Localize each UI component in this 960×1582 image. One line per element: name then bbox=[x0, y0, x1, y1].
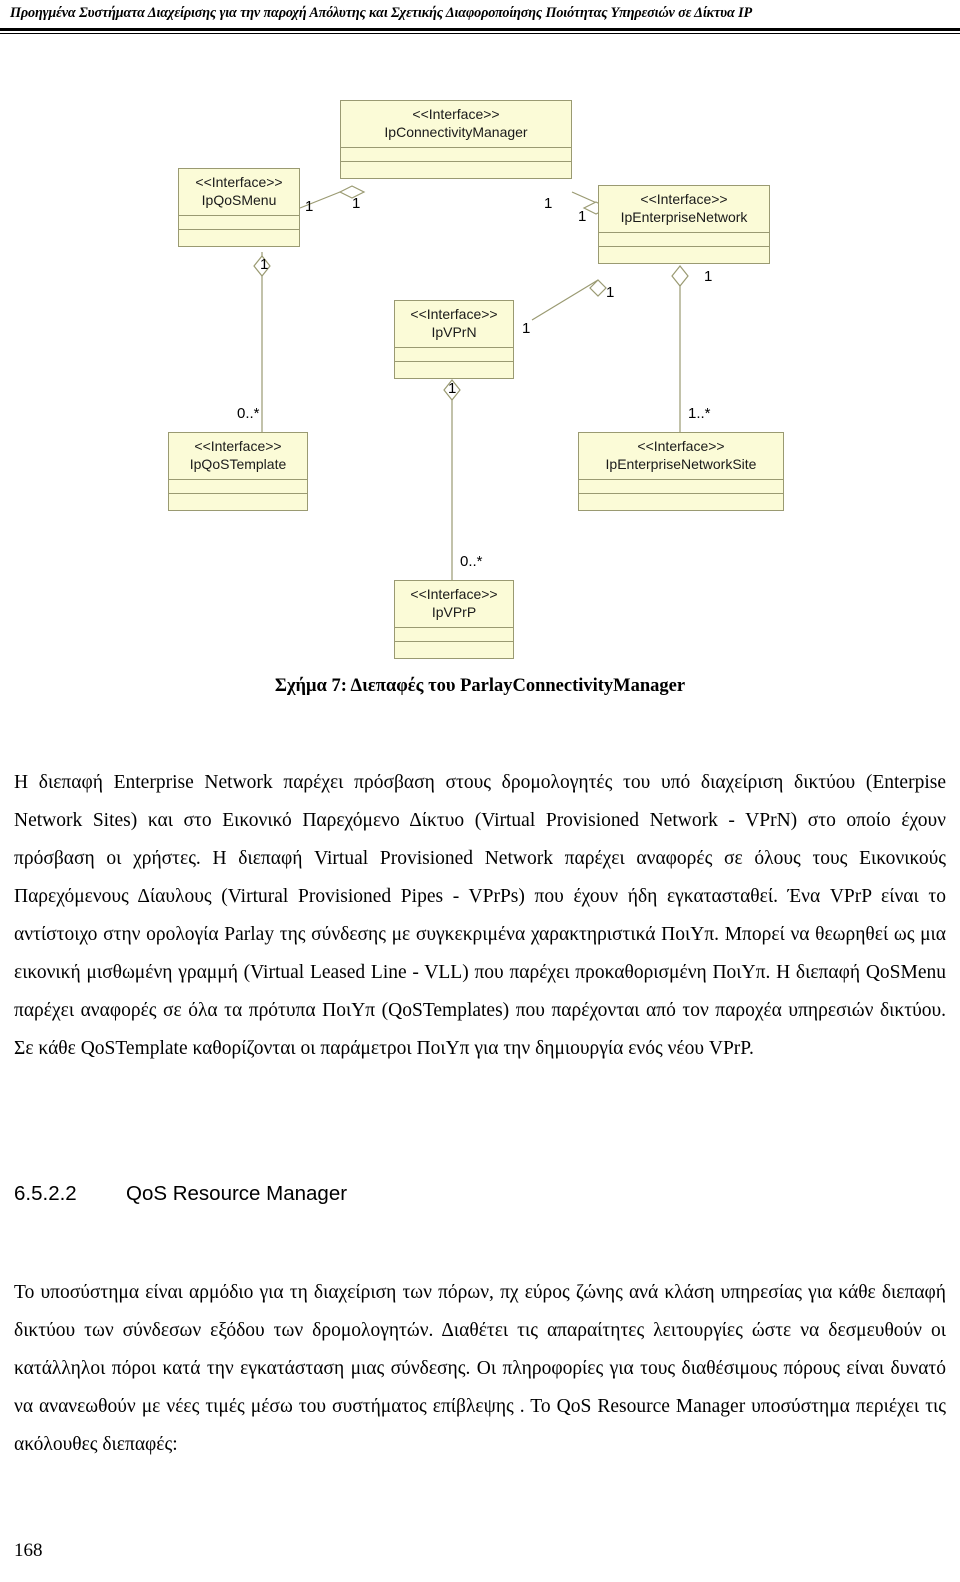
uml-class-title: IpVPrP bbox=[431, 603, 477, 620]
uml-class-name-compartment: <<Interface>> IpVPrP bbox=[395, 581, 513, 627]
uml-attribute-compartment bbox=[179, 215, 299, 229]
header-rule-thin bbox=[0, 33, 960, 34]
uml-stereotype-label: <<Interface>> bbox=[637, 438, 725, 454]
section-number: 6.5.2.2 bbox=[14, 1182, 77, 1205]
uml-multiplicity-qosmenu-bottom: 1 bbox=[260, 256, 269, 273]
uml-class-name-compartment: <<Interface>> IpEnterpriseNetworkSite bbox=[579, 433, 783, 479]
running-header: Προηγμένα Συστήματα Διαχείρισης για την … bbox=[0, 0, 960, 26]
uml-operation-compartment bbox=[599, 246, 769, 263]
uml-class-title: IpEnterpriseNetworkSite bbox=[605, 455, 757, 472]
uml-class-ipenterprisenetworksite[interactable]: <<Interface>> IpEnterpriseNetworkSite bbox=[578, 432, 784, 511]
uml-class-name-compartment: <<Interface>> IpEnterpriseNetwork bbox=[599, 186, 769, 232]
uml-stereotype-label: <<Interface>> bbox=[410, 306, 498, 322]
paragraph-qos-resource-manager: Το υποσύστημα είναι αρμόδιο για τη διαχε… bbox=[14, 1281, 946, 1455]
uml-multiplicity-vprn-bottom: 1 bbox=[448, 380, 457, 397]
uml-class-title: IpEnterpriseNetwork bbox=[620, 208, 748, 225]
uml-multiplicity-entnetsite-top: 1..* bbox=[688, 405, 711, 422]
uml-class-diagram: <<Interface>> IpConnectivityManager <<In… bbox=[0, 80, 960, 660]
uml-attribute-compartment bbox=[395, 347, 513, 361]
section-title: QoS Resource Manager bbox=[126, 1182, 348, 1205]
uml-class-name-compartment: <<Interface>> IpVPrN bbox=[395, 301, 513, 347]
uml-stereotype-label: <<Interface>> bbox=[410, 586, 498, 602]
uml-class-ipenterprisenetwork[interactable]: <<Interface>> IpEnterpriseNetwork bbox=[598, 185, 770, 264]
uml-multiplicity-qosmenu-right: 1 bbox=[305, 198, 314, 215]
uml-class-name-compartment: <<Interface>> IpQoSTemplate bbox=[169, 433, 307, 479]
figure-caption: Σχήμα 7: Διεπαφές του ParlayConnectivity… bbox=[274, 676, 686, 696]
uml-attribute-compartment bbox=[579, 479, 783, 493]
uml-class-ipqostemplate[interactable]: <<Interface>> IpQoSTemplate bbox=[168, 432, 308, 511]
uml-multiplicity-connmgr-right: 1 bbox=[544, 195, 553, 212]
uml-operation-compartment bbox=[395, 641, 513, 658]
uml-multiplicity-qostemplate-top: 0..* bbox=[237, 405, 260, 422]
uml-class-ipqosmenu[interactable]: <<Interface>> IpQoSMenu bbox=[178, 168, 300, 247]
section-heading-qos-resource-manager: 6.5.2.2 QoS Resource Manager bbox=[14, 1182, 946, 1206]
header-rule-thick bbox=[0, 28, 960, 31]
uml-class-ipvprp[interactable]: <<Interface>> IpVPrP bbox=[394, 580, 514, 659]
uml-stereotype-label: <<Interface>> bbox=[412, 106, 500, 122]
uml-class-title: IpConnectivityManager bbox=[384, 123, 528, 140]
uml-operation-compartment bbox=[179, 229, 299, 246]
uml-attribute-compartment bbox=[169, 479, 307, 493]
uml-attribute-compartment bbox=[599, 232, 769, 246]
uml-operation-compartment bbox=[395, 361, 513, 378]
uml-operation-compartment bbox=[579, 493, 783, 510]
uml-operation-compartment bbox=[169, 493, 307, 510]
paragraph-enterprise-network: Η διεπαφή Enterprise Network παρέχει πρό… bbox=[14, 771, 946, 1059]
uml-stereotype-label: <<Interface>> bbox=[640, 191, 728, 207]
uml-multiplicity-entnet-below-right: 1 bbox=[704, 268, 713, 285]
uml-class-ipconnectivitymanager[interactable]: <<Interface>> IpConnectivityManager bbox=[340, 100, 572, 179]
uml-class-title: IpQoSTemplate bbox=[189, 455, 287, 472]
uml-attribute-compartment bbox=[395, 627, 513, 641]
uml-class-title: IpVPrN bbox=[431, 323, 477, 340]
uml-multiplicity-connmgr-left: 1 bbox=[352, 195, 361, 212]
uml-attribute-compartment bbox=[341, 147, 571, 161]
uml-operation-compartment bbox=[341, 161, 571, 178]
uml-multiplicity-entnet-below-left: 1 bbox=[606, 284, 615, 301]
running-header-title: Προηγμένα Συστήματα Διαχείρισης για την … bbox=[10, 5, 752, 21]
uml-class-name-compartment: <<Interface>> IpQoSMenu bbox=[179, 169, 299, 215]
uml-class-ipvprn[interactable]: <<Interface>> IpVPrN bbox=[394, 300, 514, 379]
uml-class-name-compartment: <<Interface>> IpConnectivityManager bbox=[341, 101, 571, 147]
uml-multiplicity-vprn-right: 1 bbox=[522, 320, 531, 337]
uml-stereotype-label: <<Interface>> bbox=[194, 438, 282, 454]
page-number: 168 bbox=[14, 1540, 43, 1561]
uml-multiplicity-entnet-left: 1 bbox=[578, 208, 587, 225]
uml-stereotype-label: <<Interface>> bbox=[195, 174, 283, 190]
uml-class-title: IpQoSMenu bbox=[201, 191, 277, 208]
uml-multiplicity-vprp-top: 0..* bbox=[460, 553, 483, 570]
